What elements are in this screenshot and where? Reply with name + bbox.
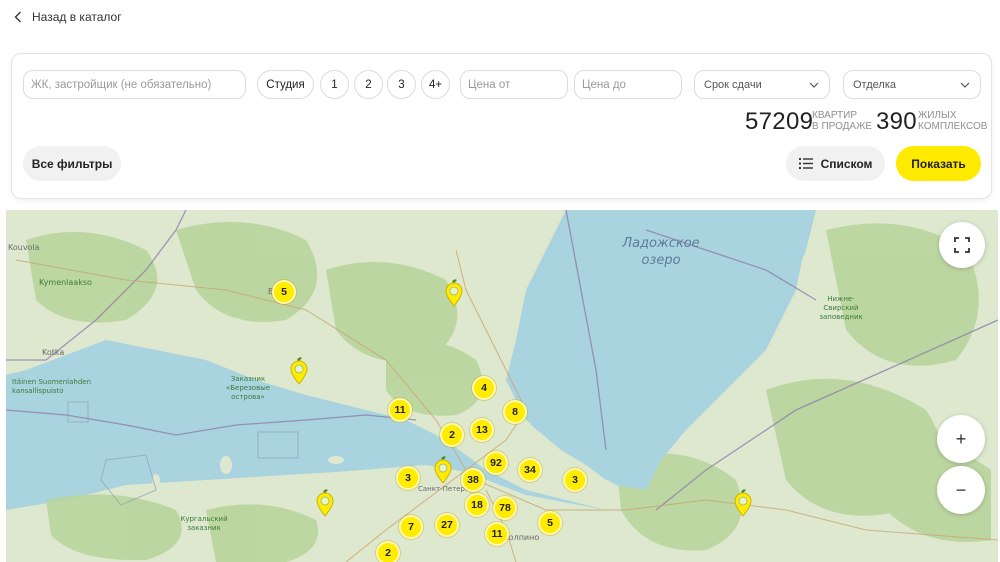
map-cluster[interactable]: 38 xyxy=(461,468,485,492)
map-cluster[interactable]: 13 xyxy=(470,418,494,442)
map-cluster[interactable]: 5 xyxy=(272,280,296,304)
finish-select[interactable]: Отделка xyxy=(843,70,981,99)
lake-ladoga-label: Ладожское озеро xyxy=(622,236,700,268)
map-cluster[interactable]: 3 xyxy=(563,468,587,492)
back-label: Назад в каталог xyxy=(32,10,122,24)
map-cluster[interactable]: 78 xyxy=(493,496,517,520)
map-pin-icon[interactable] xyxy=(289,356,309,386)
berezovye-label: Заказник «Березовые острова» xyxy=(225,375,271,401)
room-2-button[interactable]: 2 xyxy=(354,70,383,99)
list-icon xyxy=(798,158,813,169)
zoom-out-button[interactable]: − xyxy=(937,466,985,514)
chevron-left-icon xyxy=(14,11,21,23)
fullscreen-button[interactable] xyxy=(939,222,985,268)
chevron-down-icon xyxy=(960,82,970,88)
kotka-label: Kotka xyxy=(42,348,65,357)
map-cluster[interactable]: 8 xyxy=(503,400,527,424)
zoom-in-button[interactable]: + xyxy=(937,415,985,463)
map-pin-icon[interactable] xyxy=(733,488,753,518)
kurgalsky-label: Кургальский заказник xyxy=(180,515,228,532)
map-cluster[interactable]: 27 xyxy=(435,513,459,537)
map-cluster[interactable]: 18 xyxy=(465,493,489,517)
apartments-label: КВАРТИР В ПРОДАЖЕ xyxy=(812,110,872,132)
kouvola-label: Kouvola xyxy=(8,243,40,252)
complexes-label-line2: КОМПЛЕКСОВ xyxy=(918,121,988,132)
show-button[interactable]: Показать xyxy=(896,146,981,181)
zoom-out-label: − xyxy=(955,479,967,500)
apartments-count: 57209 xyxy=(745,108,814,135)
map-cluster[interactable]: 11 xyxy=(388,398,412,422)
apartments-label-line2: В ПРОДАЖЕ xyxy=(812,121,872,132)
map-cluster[interactable]: 2 xyxy=(376,541,400,562)
itainen-label: Itäinen Suomenlahden kansallispuisto xyxy=(12,378,92,395)
list-view-button[interactable]: Списком xyxy=(786,146,885,181)
search-placeholder: ЖК, застройщик (не обязательно) xyxy=(31,78,212,91)
zoom-in-label: + xyxy=(955,428,967,449)
map-cluster[interactable]: 5 xyxy=(538,511,562,535)
svirsky-label: Нижне-Свирский заповедник xyxy=(819,295,863,321)
map-pin-icon[interactable] xyxy=(433,455,453,485)
filter-panel: ЖК, застройщик (не обязательно) Студия 1… xyxy=(11,53,992,199)
map-cluster[interactable]: 2 xyxy=(440,423,464,447)
price-from-input[interactable]: Цена от xyxy=(460,70,568,99)
map[interactable]: Ладожское озеро Kouvola Kymenlaakso Kotk… xyxy=(6,210,998,562)
map-pin-icon[interactable] xyxy=(315,488,335,518)
room-1-button[interactable]: 1 xyxy=(320,70,349,99)
complexes-label: ЖИЛЫХ КОМПЛЕКСОВ xyxy=(918,110,987,132)
all-filters-button[interactable]: Все фильтры xyxy=(23,146,121,181)
map-cluster[interactable]: 11 xyxy=(485,522,509,546)
fullscreen-icon xyxy=(954,237,970,253)
map-cluster[interactable]: 4 xyxy=(472,376,496,400)
deadline-label: Срок сдачи xyxy=(704,78,762,91)
map-cluster[interactable]: 92 xyxy=(484,451,508,475)
list-view-label: Списком xyxy=(820,156,873,171)
price-to-placeholder: Цена до xyxy=(582,78,626,91)
back-to-catalog-link[interactable]: Назад в каталог xyxy=(14,9,122,25)
room-4plus-button[interactable]: 4+ xyxy=(421,70,450,99)
map-pin-icon[interactable] xyxy=(444,278,464,308)
deadline-select[interactable]: Срок сдачи xyxy=(694,70,830,99)
room-studio-button[interactable]: Студия xyxy=(257,70,314,99)
room-3-button[interactable]: 3 xyxy=(387,70,416,99)
map-cluster[interactable]: 34 xyxy=(518,458,542,482)
apartments-label-line1: КВАРТИР xyxy=(812,110,858,121)
price-from-placeholder: Цена от xyxy=(468,78,511,91)
map-cluster[interactable]: 3 xyxy=(396,466,420,490)
search-input[interactable]: ЖК, застройщик (не обязательно) xyxy=(23,70,246,99)
chevron-down-icon xyxy=(809,82,819,88)
complexes-label-line1: ЖИЛЫХ xyxy=(918,110,957,121)
price-to-input[interactable]: Цена до xyxy=(574,70,682,99)
kymenlaakso-label: Kymenlaakso xyxy=(39,278,92,287)
map-cluster[interactable]: 7 xyxy=(399,515,423,539)
finish-label: Отделка xyxy=(853,78,896,91)
complexes-count: 390 xyxy=(876,108,917,135)
